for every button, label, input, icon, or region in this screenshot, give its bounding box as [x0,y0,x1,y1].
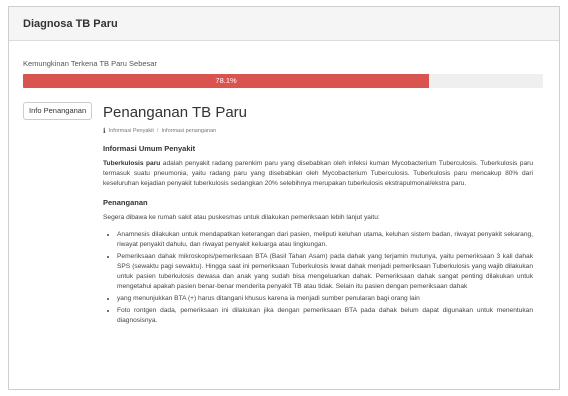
info-bold-term: Tuberkulosis paru [103,160,161,167]
handling-steps-list: Anamnesis dilakukan untuk mendapatkan ke… [103,230,533,326]
list-item: Pemeriksaan dahak mikroskopis/pemeriksaa… [117,252,533,292]
probability-progress-bar: 78.1% [23,74,543,88]
page-title: Penanganan TB Paru [103,104,248,121]
main-content: Penanganan TB Paru ℹ Informasi Penyakit … [103,104,533,328]
info-text: adalah penyakit radang parenkim paru yan… [103,160,534,187]
list-item: Foto rontgen dada, pemeriksaan ini dilak… [117,306,533,326]
panel-title: Diagnosa TB Paru [9,7,559,41]
probability-label: Kemungkinan Terkena TB Paru Sebesar [23,59,157,68]
handling-intro: Segera dibawa ke rumah sakit atau puskes… [103,214,380,221]
breadcrumb-separator: / [156,128,159,134]
breadcrumb-item: Informasi penanganan [161,128,217,134]
list-item: yang menunjukkan BTA (+) harus ditangani… [117,294,533,304]
info-penanganan-button[interactable]: Info Penanganan [23,102,93,120]
breadcrumb: ℹ Informasi Penyakit / Informasi penanga… [103,127,533,135]
info-paragraph: Tuberkulosis paru adalah penyakit radang… [103,159,533,189]
diagnosis-panel: Diagnosa TB Paru Kemungkinan Terkena TB … [8,6,560,390]
list-item: Anamnesis dilakukan untuk mendapatkan ke… [117,230,533,250]
info-icon: ℹ [103,128,106,135]
panel-body: Kemungkinan Terkena TB Paru Sebesar 78.1… [9,41,559,324]
probability-progress-fill: 78.1% [23,74,430,88]
handling-heading: Penanganan [103,198,148,207]
breadcrumb-item[interactable]: Informasi Penyakit [109,128,154,134]
info-heading: Informasi Umum Penyakit [103,144,196,153]
